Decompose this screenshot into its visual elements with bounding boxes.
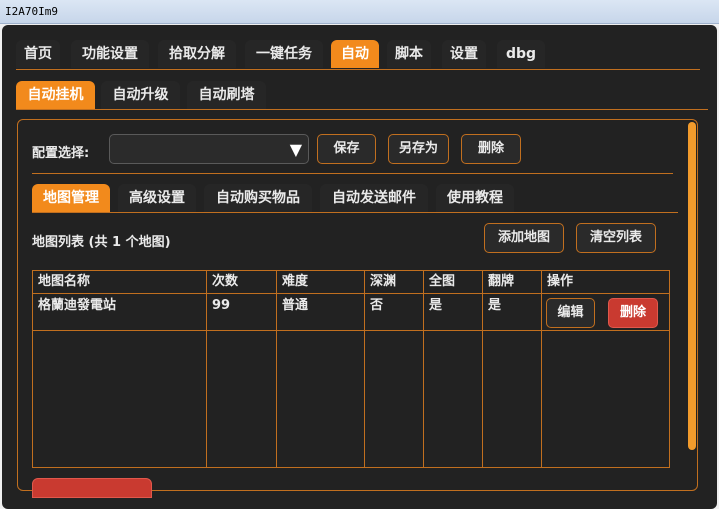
- column-header-fullmap: 全图: [429, 274, 456, 289]
- app-window: 首页 功能设置 拾取分解 一键任务 自动 脚本 设置 dbg 自动挂机 自动升级…: [2, 25, 717, 509]
- map-list-title: 地图列表 (共 1 个地图): [32, 235, 171, 250]
- column-header-abyss: 深渊: [370, 274, 397, 289]
- col-divider: [541, 271, 542, 467]
- save-as-button[interactable]: 另存为: [388, 134, 449, 164]
- sub-tabs-divider: [16, 109, 708, 110]
- subtab-auto-idle[interactable]: 自动挂机: [16, 81, 95, 109]
- config-select[interactable]: ▼: [109, 134, 309, 164]
- edit-map-button[interactable]: 编辑: [546, 298, 595, 328]
- start-button-partial[interactable]: [32, 478, 152, 498]
- tab-settings[interactable]: 设置: [442, 40, 486, 68]
- cell-fullmap: 是: [429, 298, 443, 313]
- column-header-flip: 翻牌: [488, 274, 515, 289]
- innertab-tutorial[interactable]: 使用教程: [436, 184, 514, 212]
- tab-auto[interactable]: 自动: [331, 40, 379, 68]
- window-title: I2A70Im9: [5, 5, 58, 18]
- innertab-map-management[interactable]: 地图管理: [32, 184, 110, 212]
- innertab-auto-mail[interactable]: 自动发送邮件: [320, 184, 428, 212]
- tab-function-settings[interactable]: 功能设置: [71, 40, 149, 68]
- panel-scrollbar[interactable]: [688, 122, 696, 450]
- column-header-difficulty: 难度: [282, 274, 309, 289]
- column-header-count: 次数: [212, 274, 239, 289]
- innertab-auto-buy[interactable]: 自动购买物品: [204, 184, 312, 212]
- main-tabs-divider: [16, 69, 700, 70]
- tab-pickup-decompose[interactable]: 拾取分解: [158, 40, 236, 68]
- cell-abyss: 否: [370, 298, 384, 313]
- map-table: 地图名称 次数 难度 深渊 全图 翻牌 操作 格蘭迪發電站 99 普通 否 是 …: [32, 270, 670, 468]
- window-titlebar: I2A70Im9: [0, 0, 719, 24]
- chevron-down-icon: ▼: [289, 140, 302, 159]
- tab-dbg[interactable]: dbg: [497, 40, 545, 68]
- inner-tabs-divider: [32, 212, 678, 213]
- config-label: 配置选择:: [32, 146, 90, 161]
- cell-difficulty: 普通: [282, 298, 309, 313]
- innertab-advanced-settings[interactable]: 高级设置: [118, 184, 196, 212]
- delete-config-button[interactable]: 删除: [461, 134, 521, 164]
- column-header-actions: 操作: [547, 274, 574, 289]
- clear-list-button[interactable]: 清空列表: [576, 223, 656, 253]
- delete-map-button[interactable]: 删除: [608, 298, 658, 328]
- tab-home[interactable]: 首页: [16, 40, 60, 68]
- add-map-button[interactable]: 添加地图: [484, 223, 564, 253]
- cell-count: 99: [212, 298, 231, 313]
- tab-one-click-task[interactable]: 一键任务: [245, 40, 323, 68]
- subtab-auto-levelup[interactable]: 自动升级: [101, 81, 180, 109]
- config-divider: [32, 173, 673, 174]
- column-header-name: 地图名称: [38, 274, 91, 289]
- subtab-auto-tower[interactable]: 自动刷塔: [187, 81, 266, 109]
- cell-flip: 是: [488, 298, 502, 313]
- cell-map-name: 格蘭迪發電站: [38, 298, 117, 313]
- row-divider: [33, 330, 669, 331]
- tab-script[interactable]: 脚本: [387, 40, 431, 68]
- save-button[interactable]: 保存: [317, 134, 376, 164]
